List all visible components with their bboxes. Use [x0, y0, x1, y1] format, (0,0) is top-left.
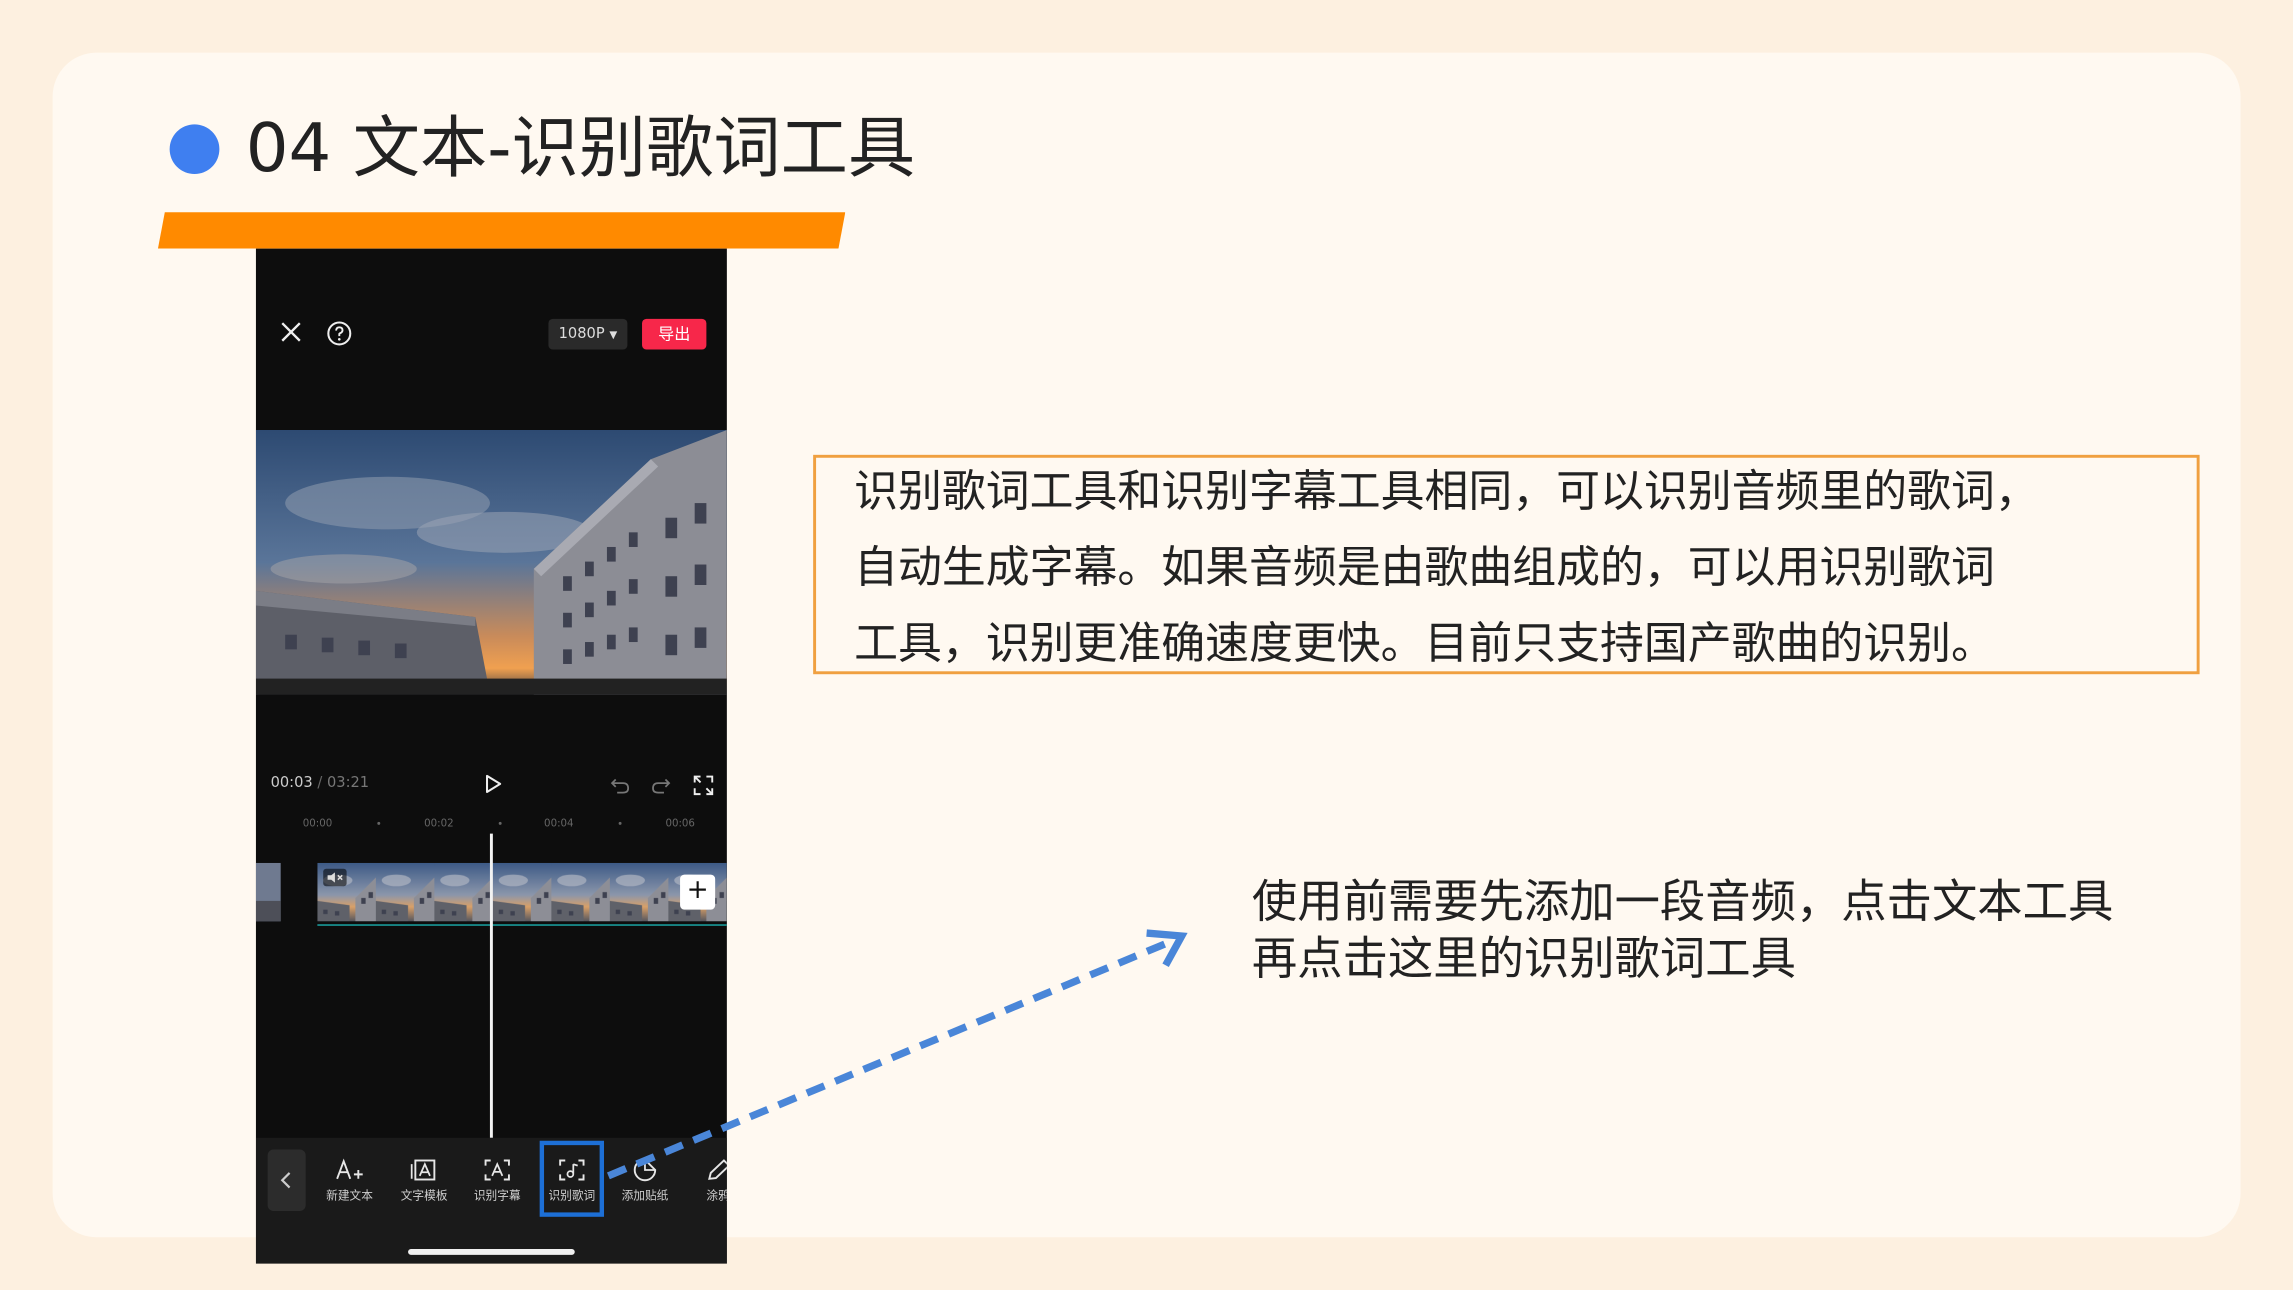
- tool-label: 涂鸦: [706, 1189, 726, 1203]
- slide-title: 04 文本-识别歌词工具: [245, 108, 916, 188]
- playhead[interactable]: [489, 833, 493, 1138]
- close-icon[interactable]: [281, 322, 301, 342]
- caret-down-icon: ▼: [609, 329, 618, 341]
- ruler-dot: [498, 821, 502, 825]
- export-button[interactable]: 导出: [642, 318, 707, 350]
- add-text-icon: [336, 1158, 363, 1180]
- tool-add-text[interactable]: 新建文本: [313, 1150, 386, 1217]
- sticker-icon: [633, 1158, 657, 1182]
- fullscreen-icon[interactable]: [693, 775, 714, 796]
- usage-note: 使用前需要先添加一段音频，点击文本工具 再点击这里的识别歌词工具: [1252, 875, 2217, 989]
- tool-label: 新建文本: [326, 1189, 373, 1203]
- ruler-tick: 00:02: [424, 817, 454, 830]
- audio-waveform-line: [317, 924, 727, 926]
- mute-icon[interactable]: [323, 868, 347, 887]
- tool-label: 添加贴纸: [621, 1189, 669, 1203]
- description-line: 自动生成字幕。如果音频是由歌曲组成的，可以用识别歌词: [854, 542, 1995, 594]
- video-preview: [255, 429, 727, 695]
- resolution-label: 1080P: [558, 326, 605, 343]
- title-underline: [157, 212, 846, 249]
- timecode: 00:03 / 03:21: [271, 775, 370, 791]
- description-line: 识别歌词工具和识别字幕工具相同，可以识别音频里的歌词，: [854, 466, 2039, 518]
- recognize-subtitle-icon: [484, 1159, 510, 1181]
- ruler-dot: [618, 821, 622, 825]
- ruler-dot: [377, 821, 381, 825]
- resolution-dropdown[interactable]: 1080P ▼: [548, 318, 628, 350]
- undo-icon[interactable]: [610, 777, 630, 795]
- total-time: 03:21: [326, 775, 370, 792]
- redo-icon[interactable]: [651, 777, 671, 795]
- tool-doodle[interactable]: 涂鸦: [682, 1150, 727, 1217]
- note-line: 再点击这里的识别歌词工具: [1251, 933, 1796, 986]
- text-template-icon: [410, 1159, 436, 1181]
- doodle-icon: [708, 1159, 727, 1180]
- tool-label: 识别字幕: [473, 1189, 521, 1203]
- previous-clip[interactable]: [255, 862, 281, 922]
- note-line: 使用前需要先添加一段音频，点击文本工具: [1251, 876, 2114, 929]
- description-text: 识别歌词工具和识别字幕工具相同，可以识别音频里的歌词， 自动生成字幕。如果音频是…: [854, 455, 2170, 683]
- highlight-box: [539, 1140, 605, 1217]
- title-bullet: [169, 124, 220, 175]
- chevron-left-icon: [280, 1172, 291, 1189]
- help-icon[interactable]: [326, 320, 352, 346]
- description-line: 工具，识别更准确速度更快。目前只支持国产歌曲的识别。: [854, 618, 1995, 670]
- ruler-tick: 00:06: [665, 817, 695, 830]
- tool-text-template[interactable]: 文字模板: [388, 1150, 461, 1217]
- phone-screenshot: 1080P ▼ 导出 00:03 / 03:21 00:00 00:02 00:…: [255, 248, 727, 1264]
- description-box: 识别歌词工具和识别字幕工具相同，可以识别音频里的歌词， 自动生成字幕。如果音频是…: [813, 454, 2200, 675]
- home-indicator: [408, 1248, 575, 1255]
- current-time: 00:03: [270, 775, 313, 792]
- tool-label: 文字模板: [400, 1189, 448, 1203]
- time-separator: /: [312, 775, 327, 792]
- play-icon[interactable]: [483, 774, 503, 794]
- video-clip[interactable]: [317, 862, 727, 922]
- tool-recognize-subtitle[interactable]: 识别字幕: [461, 1150, 534, 1217]
- toolbar-back-button[interactable]: [267, 1149, 306, 1211]
- ruler-tick: 00:04: [544, 817, 574, 830]
- add-clip-button[interactable]: +: [680, 874, 716, 910]
- ruler-tick: 00:00: [302, 817, 333, 830]
- tool-add-sticker[interactable]: 添加贴纸: [608, 1150, 681, 1217]
